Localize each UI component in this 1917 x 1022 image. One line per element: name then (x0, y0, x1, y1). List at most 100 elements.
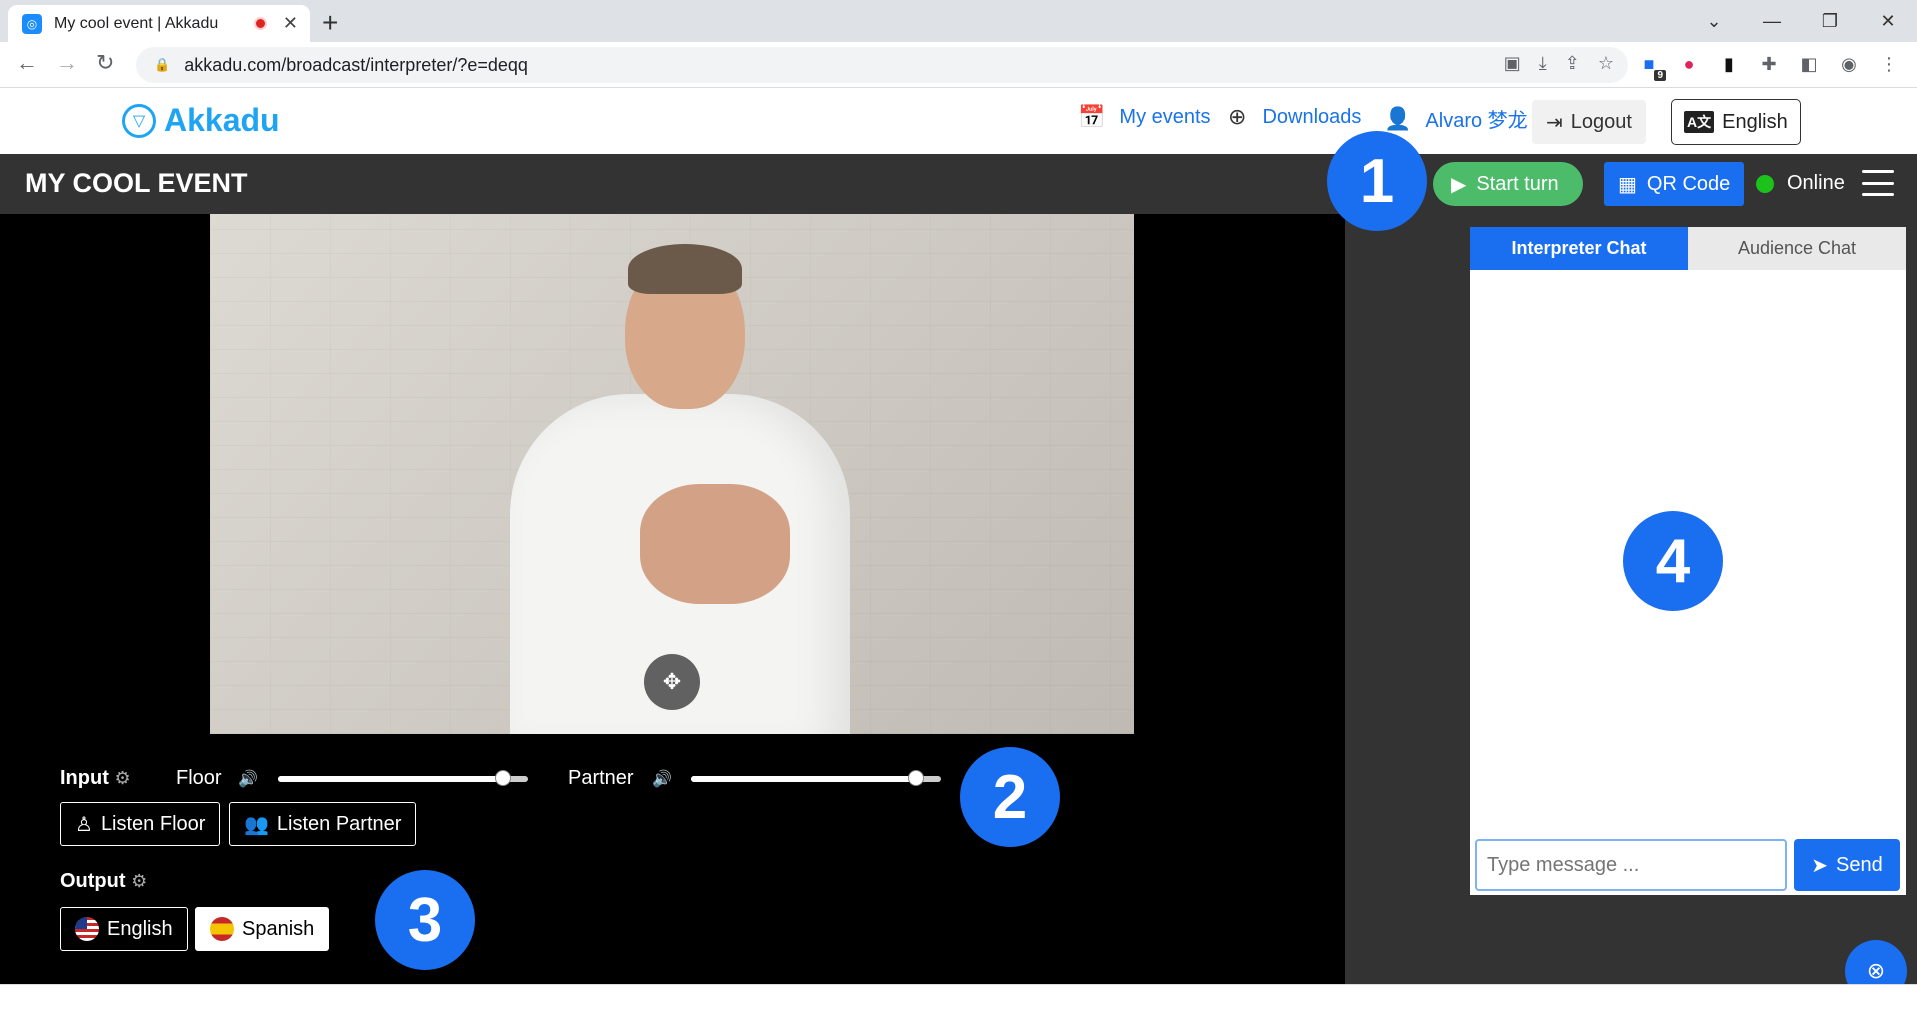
annotation-badge-1: 1 (1327, 131, 1427, 231)
downloads-label: Downloads (1262, 105, 1362, 128)
annotation-badge-4: 4 (1623, 511, 1723, 611)
floor-volume-slider[interactable] (278, 770, 528, 786)
tab-search-icon[interactable]: ⌄ (1685, 11, 1743, 32)
my-events-label: My events (1119, 105, 1211, 128)
listen-floor-button[interactable]: ♙ Listen Floor (60, 802, 221, 846)
online-status-label: Online (1787, 172, 1845, 194)
extensions-area: ■ 9 ● ▮ ✚ ◧ ◉ ⋮ (1636, 51, 1902, 81)
extension-speaker-icon[interactable]: ▮ (1716, 51, 1742, 77)
event-title: MY COOL EVENT (25, 168, 248, 198)
recording-indicator-icon (253, 17, 267, 30)
annotation-badge-3: 3 (375, 870, 475, 970)
speaker-hands (640, 484, 790, 604)
tab-interpreter-chat[interactable]: Interpreter Chat (1470, 227, 1688, 270)
video-player[interactable]: ✥ (210, 214, 1134, 734)
my-events-link[interactable]: 📅 My events (1078, 104, 1211, 130)
spain-flag-icon (210, 917, 234, 941)
partner-volume-thumb[interactable] (908, 770, 924, 786)
forward-icon[interactable]: → (56, 50, 78, 76)
restore-icon[interactable]: ❐ (1801, 11, 1859, 32)
listen-partner-label: Listen Partner (276, 812, 402, 835)
akkadu-logo[interactable]: ▽ Akkadu (122, 102, 280, 139)
annotation-badge-2: 2 (960, 747, 1060, 847)
window-close-icon[interactable]: ✕ (1859, 11, 1917, 32)
output-label: Output ⚙ (60, 870, 147, 893)
partner-volume-fill (691, 776, 916, 782)
chat-message-input[interactable] (1475, 839, 1787, 891)
new-tab-icon[interactable]: + (322, 7, 338, 39)
user-name: Alvaro 梦龙 (1425, 110, 1528, 132)
move-handle-icon[interactable]: ✥ (644, 654, 700, 710)
language-icon: A文 (1684, 111, 1715, 133)
reload-icon[interactable]: ↻ (96, 50, 114, 76)
qr-code-button[interactable]: ▦ QR Code (1604, 162, 1744, 206)
input-settings-gear-icon[interactable]: ⚙ (114, 768, 130, 788)
logout-button[interactable]: ⇥ Logout (1532, 100, 1646, 144)
page-bottom-strip (0, 984, 1917, 1022)
lock-icon: 🔒 (154, 57, 171, 72)
send-button[interactable]: ➤ Send (1794, 839, 1900, 891)
play-icon: ▶ (1451, 173, 1467, 196)
tab-close-icon[interactable]: ✕ (283, 13, 298, 34)
send-paper-plane-icon: ➤ (1811, 854, 1829, 877)
partner-volume-icon: 🔊 (652, 771, 672, 788)
camera-icon[interactable]: ▣ (1504, 53, 1521, 74)
qr-code-icon: ▦ (1618, 173, 1637, 196)
listen-floor-label: Listen Floor (100, 812, 206, 835)
page-root: ◎ My cool event | Akkadu ✕ + ⌄ — ❐ ✕ ← →… (0, 0, 1917, 1022)
chat-tabs: Interpreter Chat Audience Chat (1470, 227, 1906, 270)
install-icon[interactable]: ⤓ (1539, 53, 1547, 74)
akkadu-favicon-icon: ◎ (22, 13, 42, 34)
listen-partner-button[interactable]: 👥 Listen Partner (229, 802, 417, 846)
partner-users-icon: 👥 (244, 813, 269, 836)
browser-tab-title: My cool event | Akkadu (54, 14, 219, 32)
address-bar[interactable]: 🔒 akkadu.com/broadcast/interpreter/?e=de… (136, 47, 1628, 83)
extension-badge: 9 (1654, 70, 1666, 81)
logo-text: Akkadu (164, 102, 280, 138)
floor-label: Floor (176, 767, 222, 789)
back-icon[interactable]: ← (16, 50, 38, 76)
user-avatar-icon: 👤 (1384, 105, 1412, 131)
interpreter-stage: ✥ Input ⚙ Floor 🔊 Partner 🔊 ♙ Listen Flo… (0, 214, 1345, 984)
partner-label: Partner (568, 767, 634, 789)
extension-icon[interactable]: ■ 9 (1636, 51, 1666, 81)
browser-menu-icon[interactable]: ⋮ (1876, 51, 1902, 77)
window-controls: ⌄ — ❐ ✕ (1685, 0, 1917, 42)
tab-audience-chat[interactable]: Audience Chat (1688, 227, 1906, 270)
qr-code-label: QR Code (1646, 172, 1731, 195)
extension-red-icon[interactable]: ● (1676, 51, 1702, 77)
send-label: Send (1836, 853, 1883, 876)
profile-icon[interactable]: ◉ (1836, 51, 1862, 77)
online-status-dot (1756, 175, 1774, 193)
output-spanish-label: Spanish (242, 917, 315, 940)
output-settings-gear-icon[interactable]: ⚙ (131, 871, 147, 891)
extensions-puzzle-icon[interactable]: ✚ (1756, 51, 1782, 77)
floor-podium-icon: ♙ (75, 813, 93, 836)
output-label-text: Output (60, 870, 126, 892)
browser-toolbar: ← → ↻ 🔒 akkadu.com/broadcast/interpreter… (0, 42, 1917, 88)
browser-tab[interactable]: ◎ My cool event | Akkadu ✕ (8, 5, 310, 42)
user-profile-link[interactable]: 👤 Alvaro 梦龙 (1384, 104, 1528, 133)
downloads-link[interactable]: ⊕ Downloads (1228, 104, 1361, 130)
akkadu-logo-icon: ▽ (122, 103, 156, 138)
output-english-label: English (107, 917, 173, 940)
language-label: English (1722, 110, 1788, 133)
hamburger-menu-icon[interactable] (1862, 170, 1894, 196)
side-panel-icon[interactable]: ◧ (1796, 51, 1822, 77)
output-english-button[interactable]: English (60, 907, 188, 951)
share-icon[interactable]: ⇪ (1565, 53, 1580, 74)
us-flag-icon (75, 917, 99, 941)
floor-volume-icon: 🔊 (238, 771, 258, 788)
download-circle-icon: ⊕ (1228, 104, 1247, 129)
partner-volume-slider[interactable] (691, 770, 941, 786)
bookmark-star-icon[interactable]: ☆ (1598, 53, 1614, 74)
floor-volume-fill (278, 776, 503, 782)
minimize-icon[interactable]: — (1743, 11, 1801, 32)
site-header: ▽ Akkadu 📅 My events ⊕ Downloads 👤 Alvar… (0, 88, 1917, 154)
input-label-text: Input (60, 767, 109, 789)
language-button[interactable]: A文 English (1671, 99, 1801, 145)
floor-volume-thumb[interactable] (495, 770, 511, 786)
start-turn-button[interactable]: ▶ Start turn (1433, 162, 1583, 206)
output-spanish-button[interactable]: Spanish (195, 907, 330, 951)
speaker-hair (628, 244, 742, 294)
